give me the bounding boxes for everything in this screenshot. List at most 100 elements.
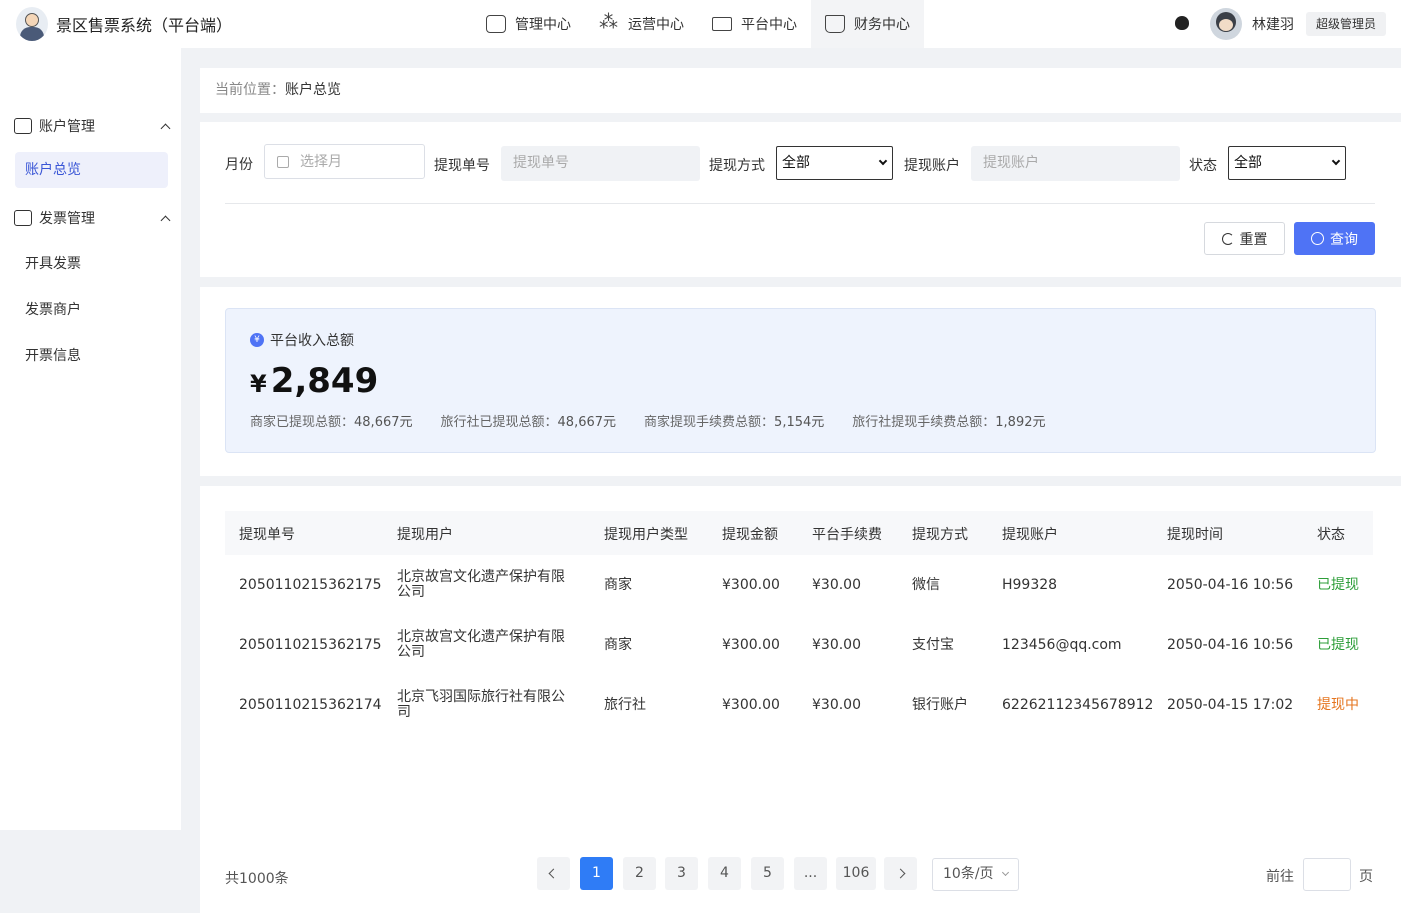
cell-fee: ¥30.00 [812, 696, 861, 713]
column-header: 平台手续费 [812, 527, 882, 543]
cell-user-type: 商家 [604, 576, 632, 593]
sidebar-group-invoice[interactable]: 发票管理 [14, 208, 171, 228]
summary-stat: 旅行社已提现总额：48,667元 [440, 415, 617, 430]
nav-operations[interactable]: 运营中心 [585, 0, 698, 48]
calendar-icon [277, 156, 289, 168]
cell-user: 北京飞羽国际旅行社有限公司 [397, 689, 565, 720]
management-icon [486, 15, 506, 33]
reset-button[interactable]: 重置 [1204, 222, 1285, 255]
platform-icon [712, 17, 732, 31]
status-badge: 提现中 [1317, 696, 1359, 713]
goto-label: 前往 [1266, 869, 1294, 885]
breadcrumb: 当前位置：账户总览 [200, 68, 1401, 113]
cell-user: 北京故宫文化遗产保护有限公司 [397, 569, 565, 600]
cell-method: 微信 [912, 576, 940, 593]
filter-panel: 月份 选择月 提现单号 提现单号 提现方式 全部 提现账户 提现账户 状态 全部… [200, 122, 1401, 277]
total-count: 共1000条 [225, 871, 289, 887]
page-size-select[interactable]: 10条/页 [932, 858, 1019, 891]
cell-amount: ¥300.00 [722, 696, 780, 713]
income-summary-card: ¥ 平台收入总额 ¥2,849 商家已提现总额：48,667元 旅行社已提现总额… [225, 308, 1376, 453]
nav-finance[interactable]: 财务中心 [811, 0, 924, 48]
brand-logo-icon [16, 7, 48, 41]
month-picker[interactable]: 选择月 [264, 144, 425, 179]
sidebar-group-label: 账户管理 [39, 119, 95, 135]
nav-label: 财务中心 [854, 17, 910, 33]
account-icon [14, 118, 32, 134]
status-value: 全部 [1234, 155, 1262, 171]
withdrawal-table-panel: 提现单号 提现用户 提现用户类型 提现金额 平台手续费 提现方式 提现账户 提现… [200, 486, 1401, 913]
goto-page-input[interactable] [1303, 858, 1351, 891]
status-label: 状态 [1189, 158, 1217, 174]
table-row[interactable]: 2050110215362175 北京故宫文化遗产保护有限公司 商家 ¥300.… [225, 555, 1373, 615]
summary-stat: 旅行社提现手续费总额：1,892元 [852, 415, 1046, 430]
page-button[interactable]: 4 [708, 857, 741, 890]
nav-label: 管理中心 [515, 17, 571, 33]
currency-symbol: ¥ [250, 370, 267, 398]
nav-platform[interactable]: 平台中心 [698, 0, 811, 48]
query-button[interactable]: 查询 [1294, 222, 1375, 255]
avatar[interactable] [1209, 8, 1242, 40]
table-header: 提现单号 提现用户 提现用户类型 提现金额 平台手续费 提现方式 提现账户 提现… [225, 511, 1373, 555]
cell-time: 2050-04-15 17:02 [1167, 696, 1294, 713]
cell-account: 62262112345678912 [1002, 696, 1154, 713]
prev-page-button[interactable] [537, 857, 570, 890]
column-header: 提现金额 [722, 527, 778, 543]
method-select[interactable]: 全部 [776, 146, 893, 180]
sidebar-item-account-overview[interactable]: 账户总览 [15, 152, 168, 188]
column-header: 状态 [1317, 527, 1345, 543]
cell-account: H99328 [1002, 576, 1058, 593]
nav-management[interactable]: 管理中心 [472, 0, 585, 48]
summary-total: ¥2,849 [250, 361, 378, 401]
summary-stat: 商家已提现总额：48,667元 [250, 415, 413, 430]
column-header: 提现单号 [239, 527, 295, 543]
cell-method: 银行账户 [912, 696, 968, 713]
page-button[interactable]: 106 [836, 857, 876, 890]
account-label: 提现账户 [904, 158, 960, 174]
chevron-up-icon [160, 123, 171, 133]
cell-account: 123456@qq.com [1002, 636, 1122, 653]
status-select[interactable]: 全部 [1228, 146, 1346, 180]
reset-label: 重置 [1239, 231, 1268, 248]
query-label: 查询 [1330, 231, 1358, 248]
nav-label: 运营中心 [628, 17, 684, 33]
notification-icon[interactable] [1174, 15, 1190, 33]
table-row[interactable]: 2050110215362174 北京飞羽国际旅行社有限公司 旅行社 ¥300.… [225, 675, 1373, 735]
chevron-left-icon [548, 868, 559, 879]
breadcrumb-current: 账户总览 [285, 82, 341, 98]
order-no-input[interactable]: 提现单号 [501, 146, 700, 181]
nav-label: 平台中心 [741, 17, 797, 33]
cell-amount: ¥300.00 [722, 636, 780, 653]
cell-order-no: 2050110215362175 [239, 576, 382, 593]
sidebar-group-label: 发票管理 [39, 211, 95, 227]
finance-icon [825, 15, 845, 33]
summary-panel: ¥ 平台收入总额 ¥2,849 商家已提现总额：48,667元 旅行社已提现总额… [200, 287, 1401, 476]
summary-stat: 商家提现手续费总额：5,154元 [644, 415, 825, 430]
cell-amount: ¥300.00 [722, 576, 780, 593]
sidebar-item-issue-invoice[interactable]: 开具发票 [25, 253, 81, 273]
username[interactable]: 林建羽 [1252, 14, 1294, 34]
brand[interactable]: 景区售票系统（平台端） [16, 7, 232, 41]
next-page-button[interactable] [884, 857, 917, 890]
cell-fee: ¥30.00 [812, 576, 861, 593]
total-amount: 2,849 [270, 361, 379, 401]
column-header: 提现时间 [1167, 527, 1223, 543]
page-ellipsis[interactable]: ... [794, 857, 827, 890]
account-input[interactable]: 提现账户 [971, 146, 1180, 181]
operations-icon [599, 11, 619, 33]
sidebar-group-account[interactable]: 账户管理 [14, 116, 171, 136]
page-button[interactable]: 5 [751, 857, 784, 890]
sidebar-item-invoice-info[interactable]: 开票信息 [25, 345, 81, 365]
sidebar-item-invoice-merchants[interactable]: 发票商户 [25, 299, 81, 319]
top-header: 景区售票系统（平台端） 管理中心 运营中心 平台中心 财务中心 林建羽 超级管理… [0, 0, 1401, 48]
month-label: 月份 [225, 157, 253, 173]
chevron-down-icon [1331, 156, 1341, 166]
page-button[interactable]: 1 [580, 857, 613, 890]
chevron-right-icon [895, 868, 906, 879]
cell-time: 2050-04-16 10:56 [1167, 636, 1294, 653]
page-button[interactable]: 3 [665, 857, 698, 890]
top-nav: 管理中心 运营中心 平台中心 财务中心 [472, 0, 924, 48]
page-button[interactable]: 2 [623, 857, 656, 890]
table-row[interactable]: 2050110215362175 北京故宫文化遗产保护有限公司 商家 ¥300.… [225, 615, 1373, 675]
sidebar: 账户管理 账户总览 发票管理 开具发票 发票商户 开票信息 [0, 48, 181, 830]
cell-time: 2050-04-16 10:56 [1167, 576, 1294, 593]
